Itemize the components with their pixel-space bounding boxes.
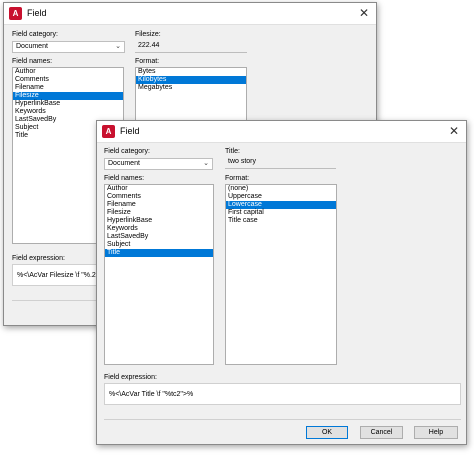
back-expression-text: %<\AcVar Filesize \f "%.2 (17, 272, 96, 279)
list-item[interactable]: Filename (13, 84, 123, 92)
list-item[interactable]: First capital (226, 209, 336, 217)
list-item[interactable]: Keywords (105, 225, 213, 233)
list-item[interactable]: Title case (226, 217, 336, 225)
front-field-category-select[interactable]: Document ⌄ (104, 158, 213, 170)
front-title-bar[interactable]: A Field ✕ (97, 121, 466, 143)
list-item[interactable]: Bytes (136, 68, 246, 76)
list-item[interactable]: HyperlinkBase (13, 100, 123, 108)
list-item[interactable]: (none) (226, 185, 336, 193)
help-button[interactable]: Help (414, 426, 458, 439)
list-item[interactable]: Keywords (13, 108, 123, 116)
back-dialog-title: Field (27, 8, 47, 18)
front-value-label: Title: (225, 148, 240, 155)
back-field-category-value: Document (16, 43, 48, 50)
front-expression-box: %<\AcVar Title \f "%tc2">% (104, 383, 461, 405)
front-format-list[interactable]: (none) Uppercase Lowercase First capital… (225, 184, 337, 365)
list-item[interactable]: Megabytes (136, 84, 246, 92)
list-item[interactable]: Author (105, 185, 213, 193)
front-field-names-list[interactable]: Author Comments Filename Filesize Hyperl… (104, 184, 214, 365)
list-item[interactable]: Uppercase (226, 193, 336, 201)
list-item-selected[interactable]: Filesize (13, 92, 123, 100)
chevron-down-icon: ⌄ (115, 43, 121, 50)
front-field-category-value: Document (108, 160, 140, 167)
back-format-label: Format: (135, 58, 160, 65)
back-value-label: Filesize: (135, 31, 161, 38)
back-field-category-select[interactable]: Document ⌄ (12, 41, 125, 53)
list-item[interactable]: Comments (13, 76, 123, 84)
list-item[interactable]: LastSavedBy (105, 233, 213, 241)
list-item[interactable]: HyperlinkBase (105, 217, 213, 225)
front-field-dialog: A Field ✕ Field category: Document ⌄ Tit… (96, 120, 467, 445)
back-field-category-label: Field category: (12, 31, 58, 38)
autocad-icon: A (102, 125, 115, 138)
front-dialog-title: Field (120, 126, 140, 136)
back-field-names-label: Field names: (12, 58, 53, 65)
list-item[interactable]: Subject (105, 241, 213, 249)
list-item[interactable]: Comments (105, 193, 213, 201)
close-icon[interactable]: ✕ (447, 124, 461, 138)
front-value-field: two story (225, 157, 336, 169)
back-value-field: 222.44 (135, 41, 247, 53)
list-item[interactable]: Filesize (105, 209, 213, 217)
front-field-category-label: Field category: (104, 148, 150, 155)
chevron-down-icon: ⌄ (203, 160, 209, 167)
autocad-icon: A (9, 7, 22, 20)
back-value-text: 222.44 (138, 42, 160, 49)
ok-button[interactable]: OK (306, 426, 348, 439)
back-expression-label: Field expression: (12, 255, 65, 262)
close-icon[interactable]: ✕ (357, 6, 371, 20)
front-expression-label: Field expression: (104, 374, 157, 381)
list-item-selected[interactable]: Title (105, 249, 213, 257)
list-item-selected[interactable]: Kilobytes (136, 76, 246, 84)
front-divider (104, 419, 461, 420)
list-item[interactable]: Author (13, 68, 123, 76)
front-value-text: two story (228, 158, 257, 165)
list-item-selected[interactable]: Lowercase (226, 201, 336, 209)
back-title-bar[interactable]: A Field ✕ (4, 3, 376, 25)
cancel-button[interactable]: Cancel (360, 426, 403, 439)
list-item[interactable]: Filename (105, 201, 213, 209)
front-field-names-label: Field names: (104, 175, 145, 182)
front-expression-text: %<\AcVar Title \f "%tc2">% (109, 391, 194, 398)
front-format-label: Format: (225, 175, 250, 182)
